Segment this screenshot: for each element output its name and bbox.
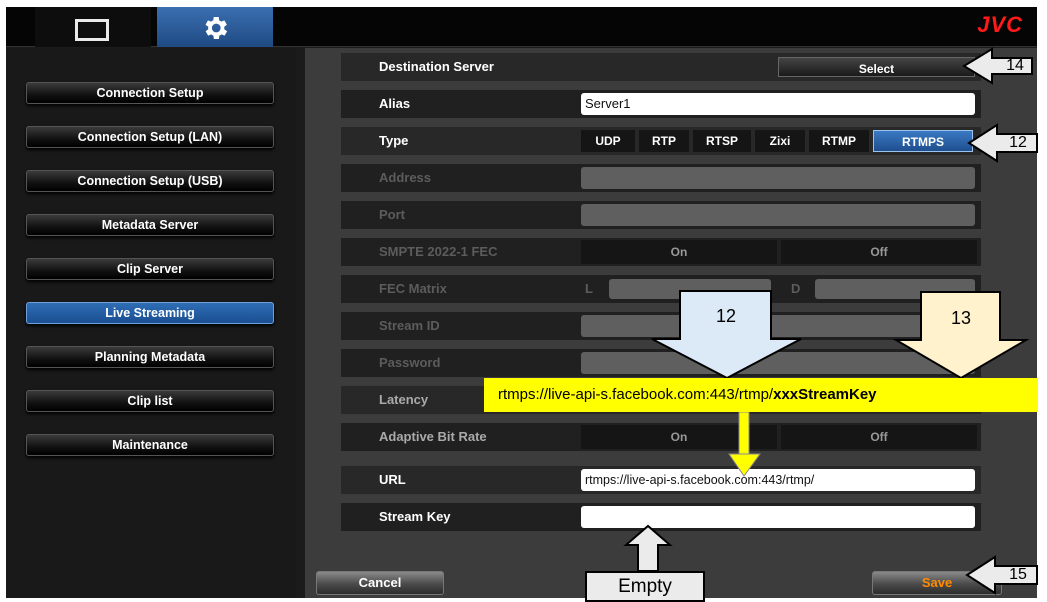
- port-input: [581, 204, 975, 226]
- tab-display[interactable]: [35, 7, 151, 47]
- stream-id-row: Stream ID: [341, 312, 981, 340]
- password-input: [581, 352, 975, 374]
- url-label: URL: [379, 472, 406, 487]
- type-label: Type: [379, 133, 409, 148]
- camera-settings-screen: JVC Connection Setup Connection Setup (L…: [6, 7, 1037, 598]
- stream-key-input[interactable]: [581, 506, 975, 528]
- callout-14-label: 14: [1006, 57, 1024, 74]
- smpte-fec-label: SMPTE 2022-1 FEC: [379, 244, 498, 259]
- stream-id-label: Stream ID: [379, 318, 440, 333]
- adaptive-bit-rate-row: Adaptive Bit Rate On Off: [341, 423, 981, 451]
- tab-settings[interactable]: [157, 7, 273, 47]
- smpte-fec-on-button: On: [581, 240, 777, 264]
- save-button[interactable]: Save: [872, 571, 1002, 595]
- type-rtp-button[interactable]: RTP: [639, 130, 689, 152]
- smpte-fec-off-button: Off: [781, 240, 977, 264]
- jvc-logo: JVC: [977, 12, 1023, 37]
- fec-matrix-label: FEC Matrix: [379, 281, 447, 296]
- sidebar-item-metadata-server[interactable]: Metadata Server: [26, 214, 274, 236]
- password-row: Password: [341, 349, 981, 377]
- port-row: Port: [341, 201, 981, 229]
- stream-id-input: [581, 315, 975, 337]
- callout-15-label: 15: [1009, 566, 1027, 583]
- top-bar: JVC: [6, 7, 1037, 47]
- url-annotation-prefix: rtmps://live-api-s.facebook.com:443/rtmp…: [498, 386, 774, 403]
- stream-key-row: Stream Key: [341, 503, 981, 531]
- latency-label: Latency: [379, 392, 429, 407]
- address-label: Address: [379, 170, 432, 185]
- destination-server-label: Destination Server: [379, 59, 494, 74]
- abr-off-button[interactable]: Off: [781, 425, 977, 449]
- port-label: Port: [379, 207, 405, 222]
- sidebar-item-connection-setup-usb[interactable]: Connection Setup (USB): [26, 170, 274, 192]
- type-rtsp-button[interactable]: RTSP: [693, 130, 751, 152]
- stream-key-label: Stream Key: [379, 509, 451, 524]
- destination-server-row: Destination Server Select: [341, 53, 981, 81]
- sidebar-item-connection-setup[interactable]: Connection Setup: [26, 82, 274, 104]
- sidebar-item-clip-server[interactable]: Clip Server: [26, 258, 274, 280]
- sidebar-item-maintenance[interactable]: Maintenance: [26, 434, 274, 456]
- alias-label: Alias: [379, 96, 411, 111]
- cancel-button[interactable]: Cancel: [316, 571, 444, 595]
- sidebar-item-live-streaming[interactable]: Live Streaming: [26, 302, 274, 324]
- type-rtmps-button[interactable]: RTMPS: [873, 130, 973, 152]
- fec-d-label: D: [791, 281, 801, 296]
- callout-12-right-label: 12: [1009, 134, 1027, 151]
- url-input[interactable]: rtmps://live-api-s.facebook.com:443/rtmp…: [581, 469, 975, 491]
- smpte-fec-row: SMPTE 2022-1 FEC On Off: [341, 238, 981, 266]
- sidebar-item-connection-setup-lan[interactable]: Connection Setup (LAN): [26, 126, 274, 148]
- type-zixi-button[interactable]: Zixi: [755, 130, 805, 152]
- type-rtmp-button[interactable]: RTMP: [809, 130, 869, 152]
- password-label: Password: [379, 355, 441, 370]
- gear-icon: [205, 17, 228, 39]
- url-annotation-key: xxxStreamKey: [773, 386, 877, 403]
- url-annotation: rtmps://live-api-s.facebook.com:443/rtmp…: [484, 378, 1038, 412]
- fec-l-input: [609, 279, 771, 299]
- abr-on-button[interactable]: On: [581, 425, 777, 449]
- alias-input[interactable]: Server1: [581, 93, 975, 115]
- address-row: Address: [341, 164, 981, 192]
- callout-12-top-label: 12: [715, 306, 737, 326]
- sidebar-item-planning-metadata[interactable]: Planning Metadata: [26, 346, 274, 368]
- fec-l-label: L: [585, 281, 593, 296]
- alias-row: Alias Server1: [341, 90, 981, 118]
- adaptive-bit-rate-label: Adaptive Bit Rate: [379, 429, 487, 444]
- address-input: [581, 167, 975, 189]
- monitor-icon: [75, 19, 109, 41]
- type-udp-button[interactable]: UDP: [581, 130, 635, 152]
- type-row: Type UDP RTP RTSP Zixi RTMP RTMPS: [341, 127, 981, 155]
- empty-callout: Empty: [585, 571, 705, 602]
- sidebar-item-clip-list[interactable]: Clip list: [26, 390, 274, 412]
- callout-13-label: 13: [950, 308, 972, 328]
- select-server-button[interactable]: Select: [778, 57, 975, 77]
- settings-sidebar: Connection Setup Connection Setup (LAN) …: [6, 48, 296, 598]
- url-row: URL rtmps://live-api-s.facebook.com:443/…: [341, 466, 981, 494]
- fec-d-input: [815, 279, 975, 299]
- fec-matrix-row: FEC Matrix L D: [341, 275, 981, 303]
